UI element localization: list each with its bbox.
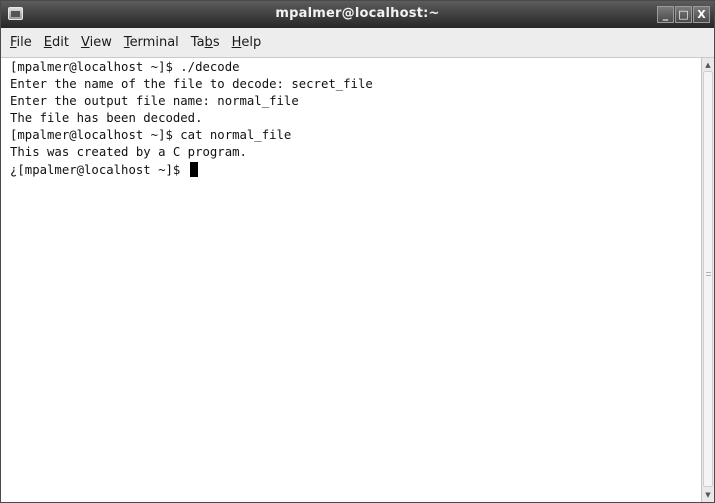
menu-edit-post: dit: [52, 35, 69, 50]
window-controls: _ □ X: [657, 6, 710, 23]
terminal-line: Enter the output file name: normal_file: [10, 94, 299, 109]
menu-file[interactable]: File: [10, 35, 32, 50]
close-button[interactable]: X: [693, 6, 710, 23]
terminal-window: mpalmer@localhost:~ _ □ X File Edit View…: [0, 0, 715, 503]
menu-help[interactable]: Help: [232, 35, 262, 50]
minimize-button[interactable]: _: [657, 6, 674, 23]
menu-terminal[interactable]: Terminal: [124, 35, 179, 50]
scroll-up-arrow-icon[interactable]: ▲: [704, 61, 712, 69]
terminal-line: [mpalmer@localhost ~]$ cat normal_file: [10, 128, 292, 143]
terminal-line: [mpalmer@localhost ~]$ ./decode: [10, 60, 240, 74]
menu-tabs-post: s: [212, 35, 220, 50]
menu-terminal-post: erminal: [129, 35, 179, 50]
menu-view-post: iew: [89, 35, 112, 50]
menu-tabs[interactable]: Tabs: [191, 35, 220, 50]
menu-edit[interactable]: Edit: [44, 35, 69, 50]
menu-view-mnemonic: V: [80, 35, 90, 50]
terminal-line: Enter the name of the file to decode: se…: [10, 77, 373, 92]
terminal-prompt-line: ¿[mpalmer@localhost ~]$: [5, 161, 701, 179]
menu-file-post: ile: [16, 35, 32, 50]
vertical-scrollbar[interactable]: ▲ ▼: [701, 58, 714, 502]
menu-help-post: elp: [241, 35, 262, 50]
maximize-button[interactable]: □: [675, 6, 692, 23]
menu-tabs-mnemonic: b: [204, 35, 213, 50]
text-cursor: [189, 161, 198, 177]
terminal-line: The file has been decoded.: [10, 111, 203, 126]
shell-prompt: ¿[mpalmer@localhost ~]$: [10, 162, 188, 177]
menu-help-mnemonic: H: [231, 35, 242, 50]
scroll-down-arrow-icon[interactable]: ▼: [704, 491, 712, 499]
terminal-line: This was created by a C program.: [10, 145, 247, 160]
scrollbar-grip-icon: [706, 272, 711, 276]
menu-edit-mnemonic: E: [43, 35, 52, 50]
window-title: mpalmer@localhost:~: [275, 6, 440, 21]
title-bar[interactable]: mpalmer@localhost:~ _ □ X: [1, 1, 714, 28]
menu-view[interactable]: View: [81, 35, 112, 50]
terminal-output[interactable]: [mpalmer@localhost ~]$ ./decode Enter th…: [5, 59, 701, 499]
scrollbar-thumb[interactable]: [703, 71, 713, 487]
menu-bar: File Edit View Terminal Tabs Help: [1, 28, 714, 58]
menu-tabs-pre: Ta: [190, 35, 205, 50]
